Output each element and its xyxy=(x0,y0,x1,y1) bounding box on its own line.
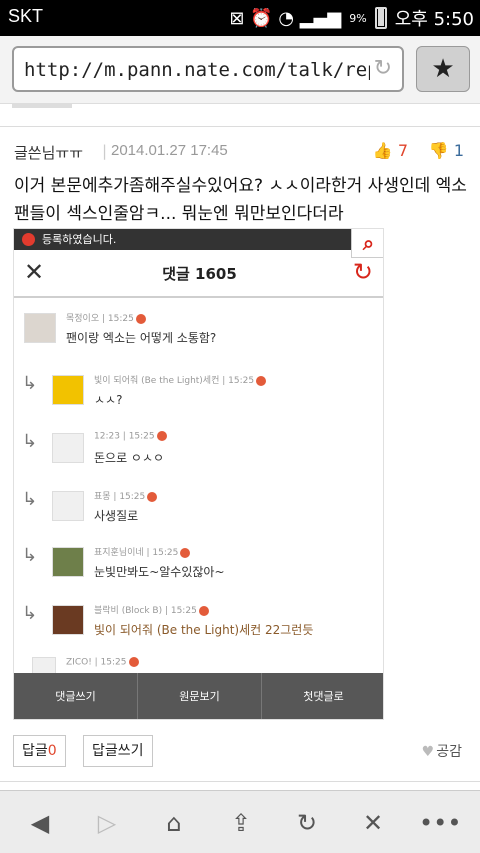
embedded-write-comment: 댓글쓰기 xyxy=(14,673,138,719)
like-button[interactable]: ♥ 공감 xyxy=(422,741,462,761)
browser-navbar: ◀ ▷ ⌂ ⇪ ↻ ✕ ••• xyxy=(0,790,480,853)
forward-icon[interactable]: ▷ xyxy=(87,809,127,837)
notice-icon xyxy=(22,233,35,246)
reply-arrow-icon: ↳ xyxy=(22,603,38,624)
embedded-view-original: 원문보기 xyxy=(138,673,262,719)
notice-text: 등록하였습니다. xyxy=(42,233,117,246)
comment-text: 팬이랑 엑소는 어떻게 소통함? xyxy=(66,331,217,345)
embedded-action-bar: 댓글쓰기 원문보기 첫댓글로 xyxy=(14,673,383,719)
url-text: http://m.pann.nate.com/talk/reply/vie xyxy=(24,59,370,81)
reply-header: 글쓴님ㅠㅠ | 2014.01.27 17:45 👍 7 👎 1 xyxy=(14,141,466,166)
comment-meta: 표몽 | 15:25 xyxy=(94,489,158,502)
star-icon: ★ xyxy=(431,54,455,84)
refresh-icon: ↻ xyxy=(352,258,373,286)
status-indicators-icon: ⊠ ⏰ ◔ ▂▄▆ xyxy=(229,7,342,29)
clock: 오후 5:50 xyxy=(394,9,474,30)
comment-meta: 빛이 되어줘 (Be the Light)세컨 | 15:25 xyxy=(94,373,267,386)
reply-date: 2014.01.27 17:45 xyxy=(111,142,228,159)
comment-meta: 표지훈님이네 | 15:25 xyxy=(94,545,191,558)
dislike-count-value: 1 xyxy=(453,141,464,160)
reload-icon[interactable]: ↻ xyxy=(374,56,392,81)
avatar xyxy=(52,491,84,521)
avatar xyxy=(52,547,84,577)
status-icons: ⊠ ⏰ ◔ ▂▄▆ 9% 오후 5:50 xyxy=(229,5,474,31)
status-bar: SKT ⊠ ⏰ ◔ ▂▄▆ 9% 오후 5:50 xyxy=(0,0,480,36)
write-reply-button[interactable]: 답글쓰기 xyxy=(83,735,153,767)
reply-arrow-icon: ↳ xyxy=(22,373,38,394)
refresh-icon[interactable]: ↻ xyxy=(287,809,327,837)
more-icon[interactable]: ••• xyxy=(419,809,461,837)
embedded-screenshot: 등록하였습니다. ⌕ ✕ 댓글 1605 ↻ 목정이오 | 15:25 팬이랑 … xyxy=(13,228,384,720)
comment-meta: 블락비 (Block B) | 15:25 xyxy=(94,603,209,616)
comment-meta: 목정이오 | 15:25 xyxy=(66,311,146,324)
embedded-title: 댓글 1605 xyxy=(162,265,237,283)
comment-meta: ZICO! | 15:25 xyxy=(66,657,139,668)
notice-bar: 등록하였습니다. xyxy=(14,229,383,250)
comment-text: 눈빛만봐도~알수있잖아~ xyxy=(94,565,225,579)
divider xyxy=(0,781,480,782)
embedded-header: ✕ 댓글 1605 ↻ xyxy=(14,250,383,298)
comment-text: 돈으로 ㅇㅅㅇ xyxy=(94,451,165,465)
heart-icon: ♥ xyxy=(421,744,435,760)
browser-toolbar: http://m.pann.nate.com/talk/reply/vie ↻ … xyxy=(0,36,480,104)
reply-arrow-icon: ↳ xyxy=(22,489,38,510)
reply-count: 0 xyxy=(47,743,57,759)
separator: | xyxy=(102,142,108,160)
reply-count-button[interactable]: 답글0 xyxy=(13,735,66,767)
reply-arrow-icon: ↳ xyxy=(22,431,38,452)
like-count[interactable]: 👍 7 xyxy=(373,141,408,160)
comment-text: ㅅㅅ? xyxy=(94,393,123,407)
avatar xyxy=(52,433,84,463)
reply-body: 이거 본문에추가좀해주실수있어요? ㅅㅅ이라한거 사생인데 엑소팬들이 섹스인줄… xyxy=(14,176,467,224)
divider xyxy=(0,126,480,127)
battery-percent: 9% xyxy=(349,11,367,25)
avatar xyxy=(24,313,56,343)
close-icon[interactable]: ✕ xyxy=(353,809,393,837)
comment-text: 빛이 되어줘 (Be the Light)세컨 22그런듯 xyxy=(94,623,314,637)
battery-icon xyxy=(374,7,387,29)
thumbs-up-icon: 👍 xyxy=(372,141,393,160)
avatar xyxy=(52,375,84,405)
carrier-label: SKT xyxy=(8,6,44,26)
reply-author[interactable]: 글쓴님ㅠㅠ xyxy=(14,142,83,163)
reply-label: 답글 xyxy=(22,743,48,759)
home-icon[interactable]: ⌂ xyxy=(154,809,194,837)
share-icon[interactable]: ⇪ xyxy=(221,809,261,837)
dislike-count[interactable]: 👎 1 xyxy=(429,141,464,160)
reply-arrow-icon: ↳ xyxy=(22,545,38,566)
bookmark-star-button[interactable]: ★ xyxy=(416,46,470,92)
like-count-value: 7 xyxy=(397,141,408,160)
url-field[interactable]: http://m.pann.nate.com/talk/reply/vie ↻ xyxy=(12,46,404,92)
comment-text: 사생질로 xyxy=(94,509,139,523)
avatar xyxy=(52,605,84,635)
previous-item-edge xyxy=(12,104,72,108)
like-label: 공감 xyxy=(436,744,462,760)
embedded-first-comment: 첫댓글로 xyxy=(303,690,344,703)
thumbs-down-icon: 👎 xyxy=(428,141,449,160)
back-icon[interactable]: ◀ xyxy=(20,809,60,837)
comment-meta: 12:23 | 15:25 xyxy=(94,431,167,442)
